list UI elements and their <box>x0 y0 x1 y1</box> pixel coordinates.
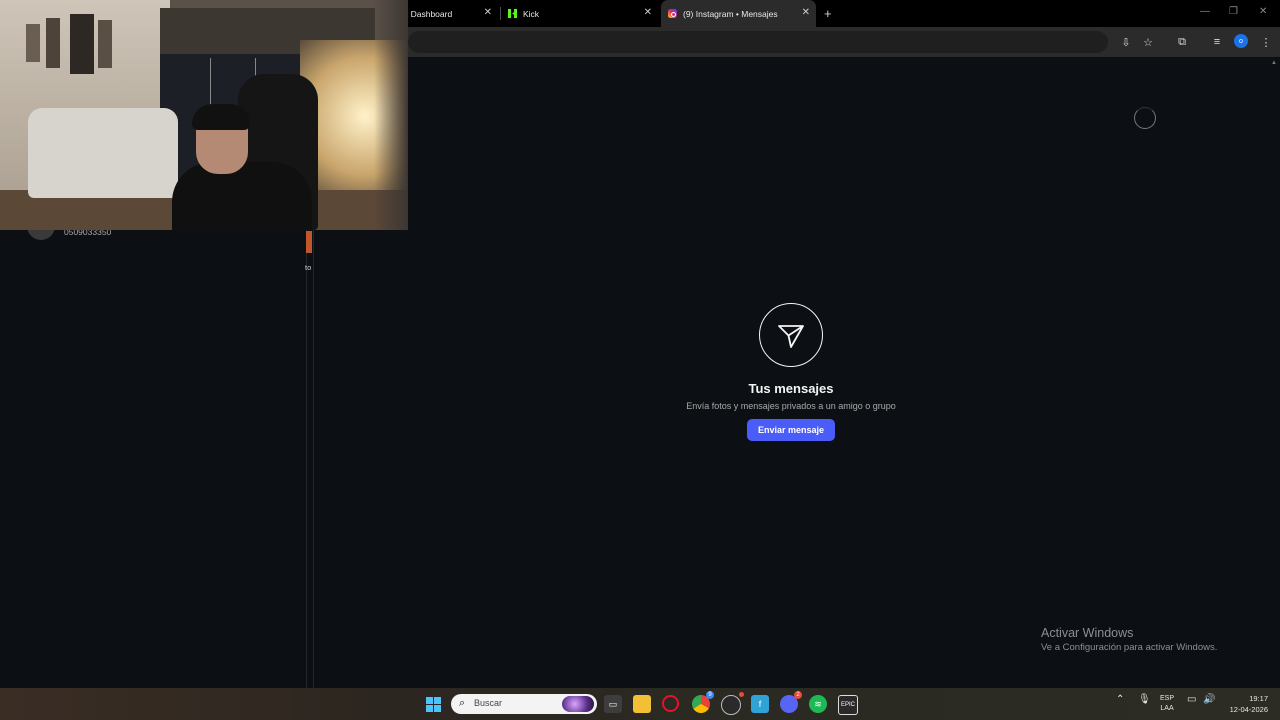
tab-label: Kick <box>523 8 540 19</box>
minimize-icon[interactable]: — <box>1200 6 1210 17</box>
watermark-title: Activar Windows <box>1041 626 1134 640</box>
freshpaint-icon[interactable]: f <box>751 695 769 713</box>
instagram-icon <box>668 9 677 18</box>
streamer-cap <box>192 104 250 130</box>
tab-kick[interactable]: Kick ✕ <box>502 0 658 27</box>
wall-art <box>26 24 40 62</box>
search-highlight-image <box>562 696 594 712</box>
extensions-icon[interactable]: ⧉ <box>1175 35 1189 49</box>
install-app-icon[interactable]: ⇩ <box>1119 35 1133 49</box>
system-clock[interactable]: 19:17 12-04-2026 <box>1222 693 1268 715</box>
close-tab-icon[interactable]: ✕ <box>484 7 492 18</box>
menu-kebab-icon[interactable]: ⋮ <box>1259 35 1273 49</box>
windows-activation-watermark: Activar Windows Ve a Configuración para … <box>1041 626 1217 653</box>
streamer <box>172 104 312 230</box>
obs-icon[interactable] <box>721 692 744 715</box>
empty-state-subtitle: Envía fotos y mensajes privados a un ami… <box>686 401 896 411</box>
cropped-label: to <box>305 263 312 272</box>
close-tab-icon[interactable]: ✕ <box>802 7 810 18</box>
sidebar-edge <box>306 228 307 688</box>
epic-games-icon[interactable]: EPIC <box>838 695 858 715</box>
media-control-icon[interactable]: ≡ <box>1210 35 1224 49</box>
input-language[interactable]: ESP LAA <box>1160 694 1174 714</box>
volume-icon[interactable]: 🔊 <box>1203 694 1215 705</box>
window-close-icon[interactable]: ✕ <box>1259 6 1267 17</box>
scroll-up-icon[interactable]: ▲ <box>1271 60 1277 66</box>
file-explorer-icon[interactable] <box>633 695 651 713</box>
wall-art <box>46 18 60 68</box>
maximize-icon[interactable]: ❐ <box>1229 6 1238 17</box>
webcam-sofa <box>28 108 178 198</box>
windows-start-icon[interactable] <box>426 697 441 712</box>
language-code: ESP <box>1160 695 1175 702</box>
opera-icon[interactable] <box>662 695 679 712</box>
empty-state-title: Tus mensajes <box>748 381 834 396</box>
taskbar-search[interactable]: ⌕ Buscar <box>451 694 597 714</box>
tab-instagram-messages[interactable]: (9) Instagram • Mensajes ✕ <box>661 0 816 27</box>
tab-dashboard[interactable]: k Dashboard ✕ <box>398 0 498 27</box>
story-thumbnail[interactable] <box>306 231 312 253</box>
messages-empty-state: Tus mensajes Envía fotos y mensajes priv… <box>640 303 942 441</box>
wall-art <box>70 14 94 74</box>
sidebar-divider <box>313 228 314 688</box>
watermark-subtitle: Ve a Configuración para activar Windows. <box>1041 642 1218 653</box>
scrollbar[interactable] <box>1270 57 1280 688</box>
tab-label: (9) Instagram • Mensajes <box>683 8 778 19</box>
loading-spinner-icon <box>1134 107 1156 129</box>
chrome-badge: 9 <box>706 691 714 699</box>
tab-separator <box>500 7 501 20</box>
discord-badge: 2 <box>794 691 802 699</box>
search-placeholder: Buscar <box>474 698 503 708</box>
discord-icon[interactable]: 2 <box>780 691 802 713</box>
chrome-icon[interactable]: 9 <box>692 691 714 713</box>
new-tab-button[interactable]: + <box>824 6 832 21</box>
wall-art <box>98 20 112 68</box>
profile-avatar[interactable]: o <box>1234 34 1248 48</box>
clock-date: 12-04-2026 <box>1229 705 1268 714</box>
task-view-icon[interactable]: ▭ <box>604 695 622 713</box>
close-tab-icon[interactable]: ✕ <box>644 7 652 18</box>
search-icon: ⌕ <box>459 697 466 709</box>
tab-label: k Dashboard <box>404 8 453 19</box>
show-hidden-icons[interactable]: ⌃ <box>1116 694 1124 705</box>
microphone-icon[interactable]: 🎙 <box>1138 694 1151 705</box>
kick-icon <box>508 9 517 18</box>
recording-dot <box>739 692 744 697</box>
streamer-body <box>172 162 312 230</box>
bookmark-star-icon[interactable]: ☆ <box>1141 35 1155 49</box>
spotify-icon[interactable]: ≋ <box>809 695 827 713</box>
network-icon[interactable]: ▭ <box>1187 694 1196 705</box>
keyboard-layout: LAA <box>1160 705 1174 712</box>
paper-plane-icon <box>759 303 823 367</box>
address-bar[interactable] <box>408 31 1108 53</box>
webcam-edge <box>374 0 408 230</box>
clock-time: 19:17 <box>1249 694 1268 703</box>
send-message-button[interactable]: Enviar mensaje <box>746 419 836 441</box>
webcam-overlay <box>0 0 408 230</box>
